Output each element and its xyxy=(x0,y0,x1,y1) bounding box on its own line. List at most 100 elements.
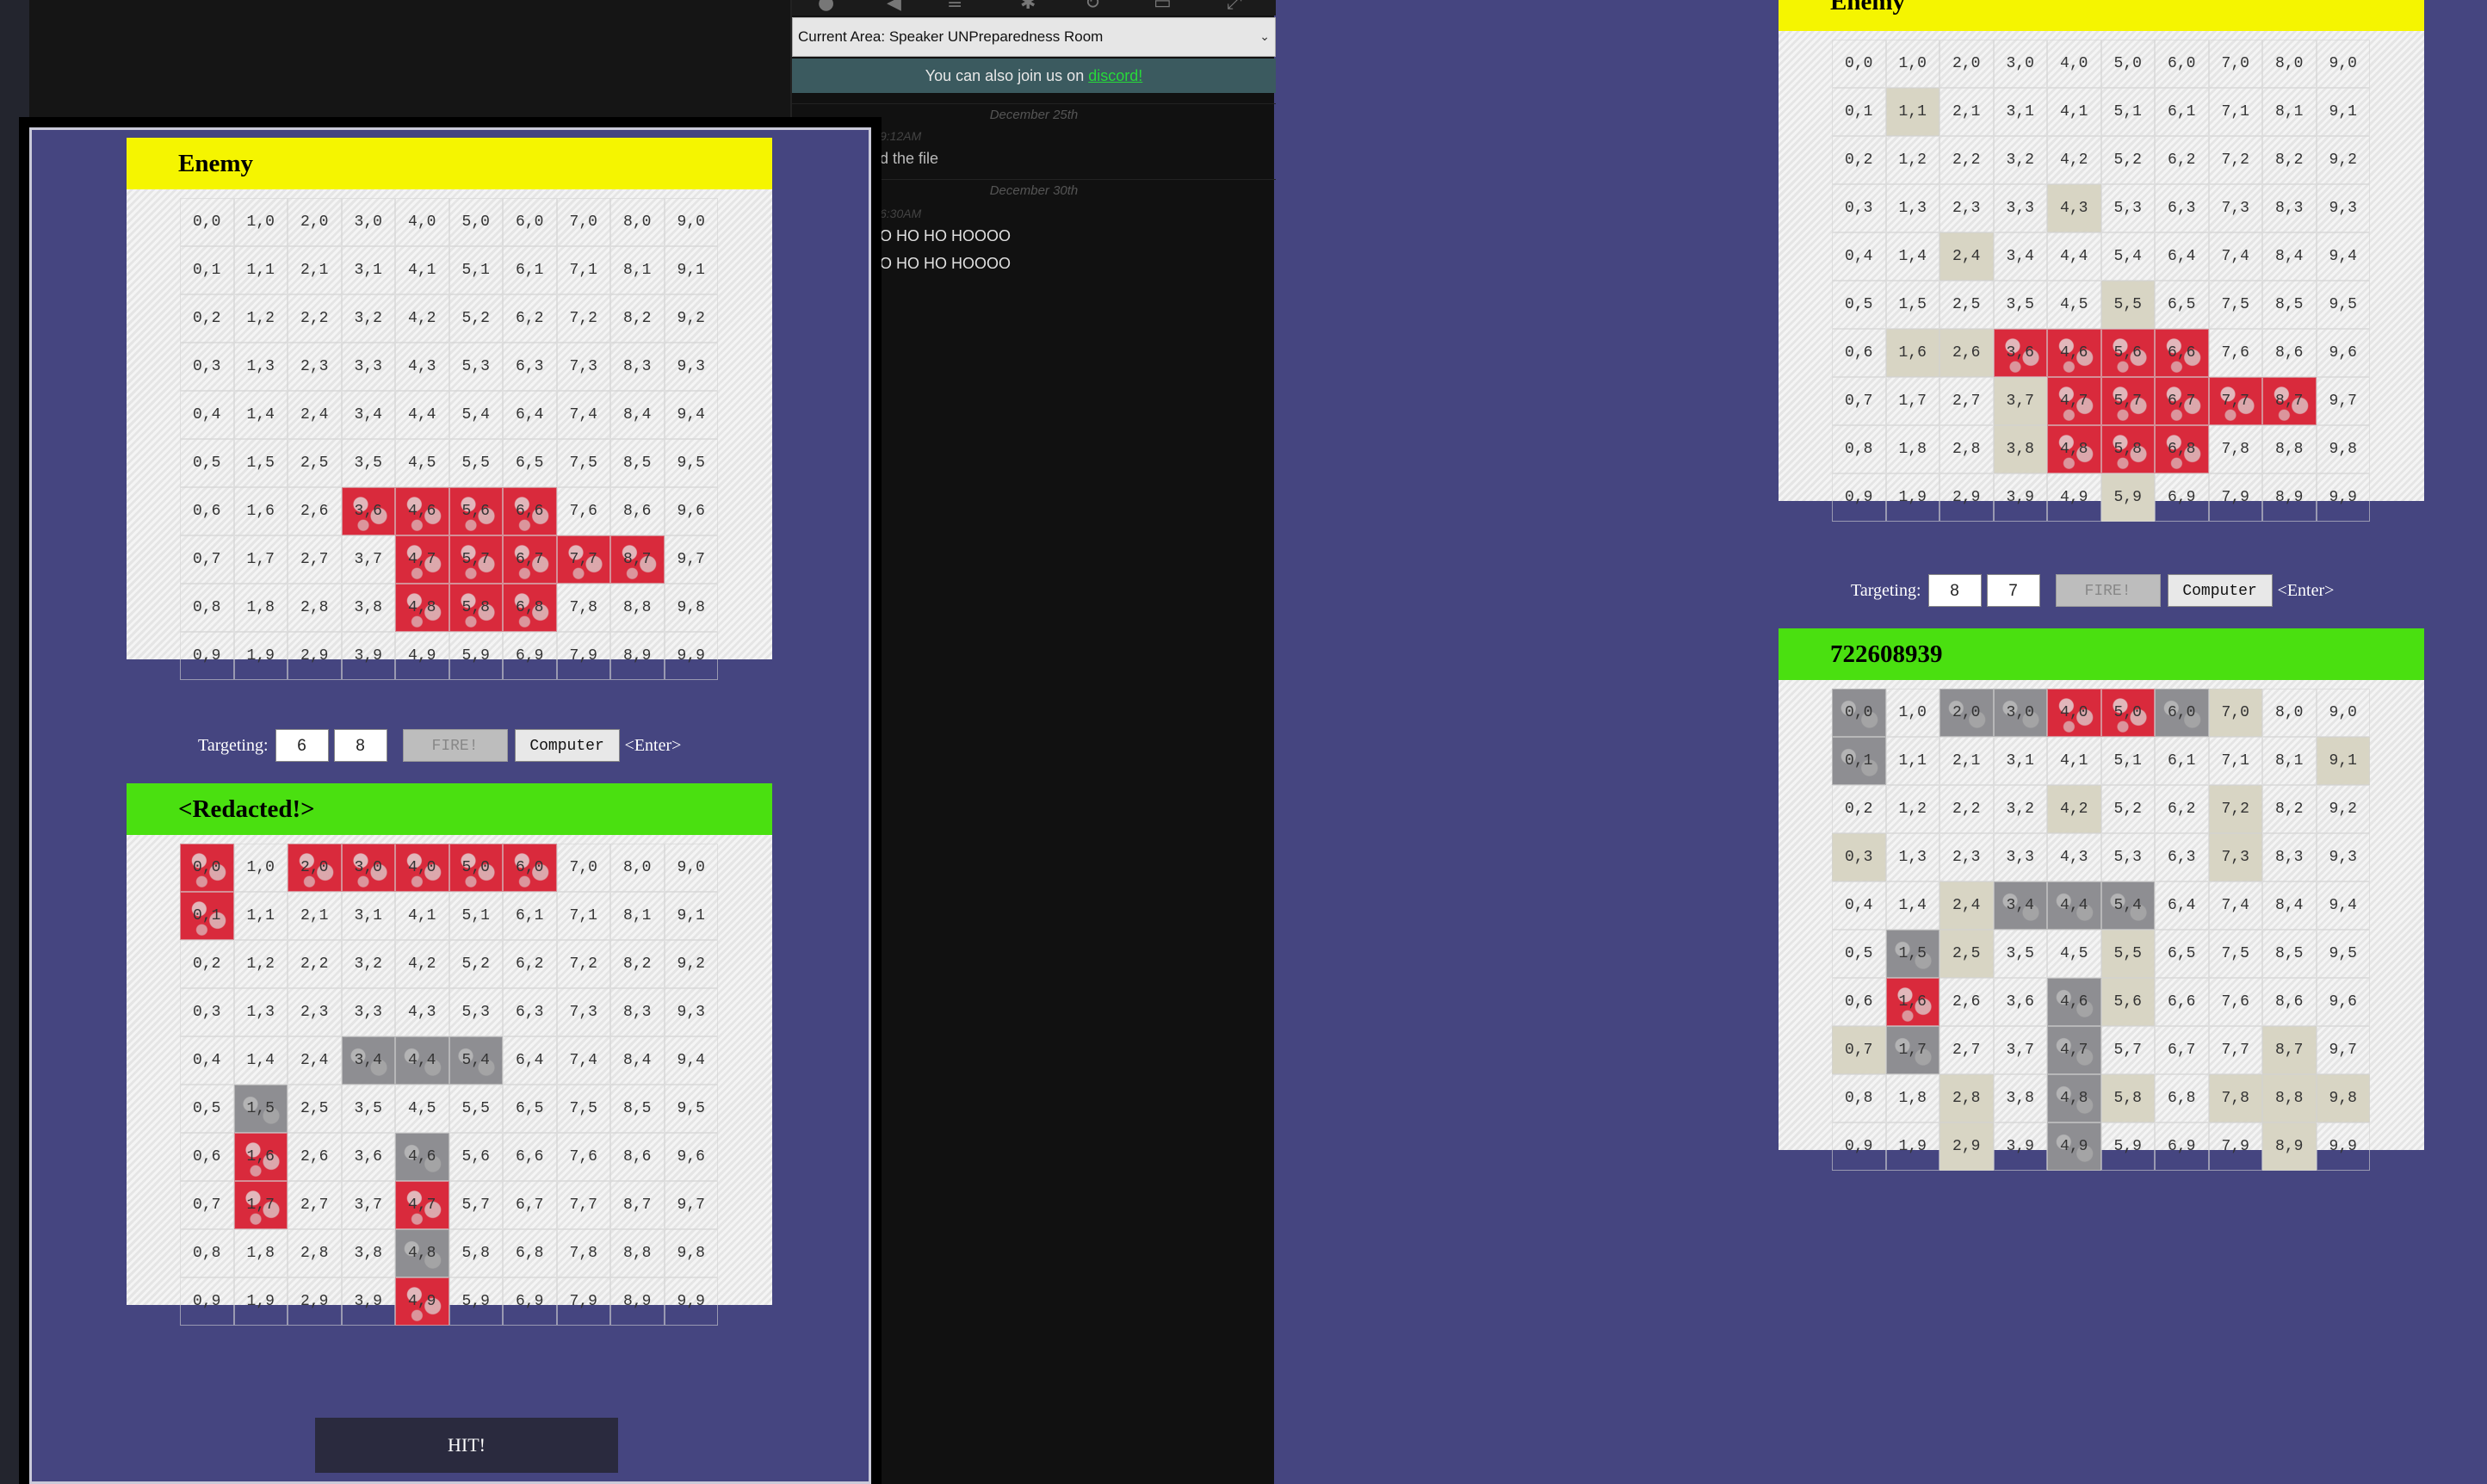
screen-icon[interactable]: ▭ xyxy=(1154,0,1172,13)
grid-cell-empty[interactable]: 9,9 xyxy=(664,632,718,680)
refresh-icon[interactable]: ↻ xyxy=(1085,0,1100,13)
grid-cell-empty[interactable]: 0,1 xyxy=(180,246,234,294)
grid-cell-empty[interactable]: 6,1 xyxy=(2155,88,2209,136)
grid-cell-empty[interactable]: 8,3 xyxy=(610,343,665,391)
grid-cell-empty[interactable]: 0,4 xyxy=(1832,232,1886,281)
grid-cell-empty[interactable]: 1,8 xyxy=(1885,425,1939,473)
grid-cell-empty[interactable]: 5,3 xyxy=(2100,184,2155,232)
grid-cell-empty[interactable]: 3,3 xyxy=(341,343,395,391)
grid-cell-empty[interactable]: 9,0 xyxy=(2316,40,2370,88)
grid-cell-empty[interactable]: 4,0 xyxy=(2047,40,2101,88)
grid-cell-empty[interactable]: 3,9 xyxy=(1993,473,2047,522)
grid-cell-miss[interactable]: 1,6 xyxy=(1885,329,1939,377)
grid-cell-empty[interactable]: 4,0 xyxy=(395,198,449,246)
grid-cell-empty[interactable]: 4,1 xyxy=(2047,88,2101,136)
grid-cell-empty[interactable]: 6,0 xyxy=(503,198,557,246)
grid-cell-empty[interactable]: 6,4 xyxy=(503,391,557,439)
grid-cell-empty[interactable]: 6,5 xyxy=(2155,281,2209,329)
computer-button[interactable]: Computer xyxy=(514,729,620,762)
grid-cell-empty[interactable]: 1,3 xyxy=(1885,184,1939,232)
grid-cell-empty[interactable]: 8,6 xyxy=(610,487,665,535)
grid-cell-empty[interactable]: 4,9 xyxy=(395,632,449,680)
grid-cell-miss[interactable]: 1,1 xyxy=(1885,88,1939,136)
grid-cell-empty[interactable]: 5,9 xyxy=(449,632,503,680)
grid-cell-hit[interactable]: 6,6 xyxy=(2155,329,2209,377)
grid-cell-hit[interactable]: 4,7 xyxy=(2047,377,2101,425)
grid-cell-empty[interactable]: 9,7 xyxy=(2316,377,2370,425)
grid-cell-empty[interactable]: 9,6 xyxy=(664,487,718,535)
grid-cell-empty[interactable]: 7,4 xyxy=(2208,232,2262,281)
grid-cell-empty[interactable]: 0,2 xyxy=(1832,136,1886,184)
grid-cell-empty[interactable]: 1,2 xyxy=(1885,136,1939,184)
grid-cell-empty[interactable]: 8,4 xyxy=(2262,232,2317,281)
grid-cell-empty[interactable]: 0,9 xyxy=(180,632,234,680)
grid-cell-empty[interactable]: 7,3 xyxy=(556,343,610,391)
grid-cell-empty[interactable]: 6,5 xyxy=(503,439,557,487)
grid-cell-empty[interactable]: 8,9 xyxy=(2262,473,2317,522)
fire-button[interactable]: FIRE! xyxy=(402,729,508,762)
grid-cell-empty[interactable]: 5,4 xyxy=(449,391,503,439)
grid-cell-empty[interactable]: 5,1 xyxy=(2100,88,2155,136)
grid-cell-empty[interactable]: 0,6 xyxy=(180,487,234,535)
grid-cell-empty[interactable]: 2,8 xyxy=(288,584,342,632)
grid-cell-empty[interactable]: 7,0 xyxy=(556,198,610,246)
grid-cell-empty[interactable]: 8,9 xyxy=(610,632,665,680)
grid-cell-empty[interactable]: 1,7 xyxy=(1885,377,1939,425)
grid-cell-empty[interactable]: 1,0 xyxy=(233,198,288,246)
grid-cell-empty[interactable]: 0,0 xyxy=(180,198,234,246)
grid-cell-empty[interactable]: 2,1 xyxy=(1939,88,1994,136)
grid-cell-empty[interactable]: 4,9 xyxy=(2047,473,2101,522)
list-icon[interactable]: ≡ xyxy=(947,0,962,13)
grid-cell-empty[interactable]: 2,4 xyxy=(288,391,342,439)
grid-cell-empty[interactable]: 9,1 xyxy=(2316,88,2370,136)
grid-cell-empty[interactable]: 8,2 xyxy=(2262,136,2317,184)
grid-cell-empty[interactable]: 8,5 xyxy=(2262,281,2317,329)
grid-cell-empty[interactable]: 2,5 xyxy=(288,439,342,487)
grid-cell-empty[interactable]: 3,0 xyxy=(341,198,395,246)
grid-cell-empty[interactable]: 4,2 xyxy=(395,294,449,343)
grid-cell-empty[interactable]: 1,9 xyxy=(1885,473,1939,522)
grid-cell-empty[interactable]: 3,9 xyxy=(341,632,395,680)
grid-cell-empty[interactable]: 0,0 xyxy=(1832,40,1886,88)
grid-cell-empty[interactable]: 7,6 xyxy=(556,487,610,535)
grid-cell-miss[interactable]: 2,4 xyxy=(1939,232,1994,281)
grid-cell-empty[interactable]: 1,7 xyxy=(233,535,288,584)
grid-cell-empty[interactable]: 1,4 xyxy=(1885,232,1939,281)
grid-cell-empty[interactable]: 7,6 xyxy=(2208,329,2262,377)
grid-cell-empty[interactable]: 2,3 xyxy=(288,343,342,391)
grid-cell-empty[interactable]: 0,9 xyxy=(1832,473,1886,522)
grid-cell-empty[interactable]: 9,5 xyxy=(2316,281,2370,329)
grid-cell-empty[interactable]: 0,1 xyxy=(1832,88,1886,136)
grid-cell-empty[interactable]: 5,5 xyxy=(449,439,503,487)
grid-cell-empty[interactable]: 3,5 xyxy=(1993,281,2047,329)
grid-cell-empty[interactable]: 2,9 xyxy=(1939,473,1994,522)
grid-cell-empty[interactable]: 8,8 xyxy=(2262,425,2317,473)
grid-cell-hit[interactable]: 6,8 xyxy=(2155,425,2209,473)
grid-cell-empty[interactable]: 7,4 xyxy=(556,391,610,439)
grid-cell-empty[interactable]: 0,3 xyxy=(180,343,234,391)
grid-cell-hit[interactable]: 5,6 xyxy=(2100,329,2155,377)
grid-cell-empty[interactable]: 7,1 xyxy=(556,246,610,294)
grid-cell-empty[interactable]: 2,1 xyxy=(288,246,342,294)
grid-cell-empty[interactable]: 9,4 xyxy=(664,391,718,439)
fire-button[interactable]: FIRE! xyxy=(2055,574,2161,607)
grid-cell-empty[interactable]: 3,1 xyxy=(1993,88,2047,136)
target-y-input[interactable]: 8 xyxy=(333,729,387,762)
grid-cell-miss[interactable]: 3,7 xyxy=(1993,377,2047,425)
volume-icon[interactable]: ◀ xyxy=(887,0,901,13)
gear-icon[interactable]: ✱ xyxy=(1020,0,1036,13)
grid-cell-empty[interactable]: 2,5 xyxy=(1939,281,1994,329)
grid-cell-empty[interactable]: 2,7 xyxy=(1939,377,1994,425)
grid-cell-empty[interactable]: 6,2 xyxy=(2155,136,2209,184)
grid-cell-empty[interactable]: 9,8 xyxy=(2316,425,2370,473)
grid-cell-empty[interactable]: 3,8 xyxy=(341,584,395,632)
grid-cell-empty[interactable]: 1,5 xyxy=(1885,281,1939,329)
grid-cell-empty[interactable]: 3,4 xyxy=(341,391,395,439)
grid-cell-hit[interactable]: 4,6 xyxy=(395,487,449,535)
grid-cell-empty[interactable]: 9,2 xyxy=(664,294,718,343)
grid-cell-empty[interactable]: 8,1 xyxy=(2262,88,2317,136)
grid-cell-hit[interactable]: 7,7 xyxy=(556,535,610,584)
grid-cell-empty[interactable]: 9,7 xyxy=(664,535,718,584)
grid-cell-empty[interactable]: 7,9 xyxy=(556,632,610,680)
grid-cell-empty[interactable]: 5,2 xyxy=(449,294,503,343)
